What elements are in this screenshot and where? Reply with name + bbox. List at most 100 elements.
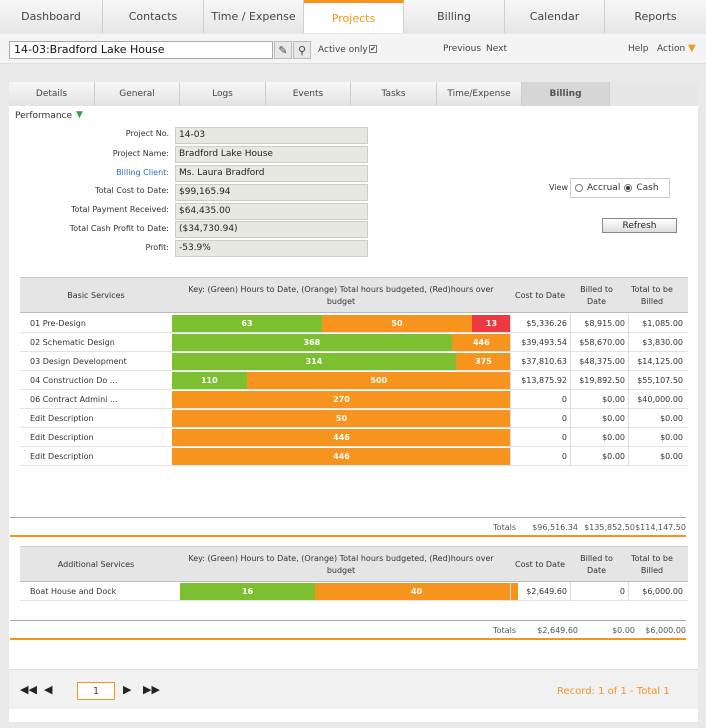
cost-cell: 0 <box>510 428 570 447</box>
cost-cell: 0 <box>510 409 570 428</box>
total-cost-field: $99,165.94 <box>175 184 368 201</box>
cost-value: $2,649.60 <box>526 587 567 596</box>
table-row: 04 Construction Do ... 110 500 $13,875.92 $1… <box>20 371 688 390</box>
project-name-field: Bradford Lake House <box>175 146 368 163</box>
nav-tab-calendar[interactable]: Calendar <box>505 0 605 33</box>
tobe-value: $1,085.00 <box>642 319 683 328</box>
basic-totals-row: Totals $96,516.34 $135,852.50 $114,147.5… <box>10 517 686 537</box>
chevron-down-icon[interactable]: ▼ <box>688 43 696 54</box>
nav-tab-dashboard[interactable]: Dashboard <box>0 0 103 33</box>
row-name[interactable]: 04 Construction Do ... <box>30 376 117 385</box>
sub-tabs: Details General Logs Events Tasks Time/E… <box>9 82 698 106</box>
hours-bar: 446 <box>172 429 511 446</box>
billed-value: $0.00 <box>602 452 625 461</box>
tobe-value: $0.00 <box>660 433 683 442</box>
cost-cell: $2,649.60 <box>510 582 570 601</box>
search-icon[interactable]: ⚲ <box>293 41 311 59</box>
billed-cell: $58,670.00 <box>570 333 628 352</box>
tobe-cell: $14,125.00 <box>628 352 686 371</box>
nav-tab-billing[interactable]: Billing <box>404 0 505 33</box>
bar-segment-budget: 40 <box>315 583 518 600</box>
billed-cell: $19,892.50 <box>570 371 628 390</box>
cost-value: 0 <box>561 433 567 442</box>
active-only-label: Active only <box>318 45 368 55</box>
help-link[interactable]: Help <box>628 44 649 54</box>
page-input[interactable]: 1 <box>77 682 115 700</box>
table-row: Edit Description 446 0 $0.00 $0.00 <box>20 428 688 447</box>
billed-value: $19,892.50 <box>579 376 625 385</box>
active-only-checkbox[interactable]: ✔ <box>369 45 377 53</box>
tobe-cell: $6,000.00 <box>628 582 686 601</box>
project-no-field: 14-03 <box>175 127 368 144</box>
row-name[interactable]: 06 Contract Admini ... <box>30 395 118 404</box>
additional-services-header: Additional Services Key: (Green) Hours t… <box>20 546 688 582</box>
bar-segment-hours: 314 <box>172 353 456 370</box>
row-name[interactable]: Edit Description <box>30 433 94 442</box>
table-row: Edit Description 446 0 $0.00 $0.00 <box>20 447 688 466</box>
row-name[interactable]: Edit Description <box>30 452 94 461</box>
cost-cell: $5,336.26 <box>510 314 570 333</box>
cost-cell: $39,493.54 <box>510 333 570 352</box>
tobe-cell: $1,085.00 <box>628 314 686 333</box>
subtab-logs[interactable]: Logs <box>180 82 266 106</box>
totals-tobe: $6,000.00 <box>645 626 686 635</box>
hours-bar: 368 446 <box>172 334 511 351</box>
subtab-details[interactable]: Details <box>9 82 95 106</box>
cost-cell: $13,875.92 <box>510 371 570 390</box>
profit-field: -53.9% <box>175 240 368 257</box>
accrual-label: Accrual <box>587 183 621 193</box>
tobe-value: $6,000.00 <box>642 587 683 596</box>
nav-tab-reports[interactable]: Reports <box>605 0 706 33</box>
triangle-down-icon[interactable]: ▼ <box>76 110 83 120</box>
prev-page-icon[interactable]: ◀ <box>44 683 52 696</box>
bar-segment-budget: 375 <box>455 353 511 370</box>
cost-value: 0 <box>561 395 567 404</box>
nav-tab-time-expense[interactable]: Time / Expense <box>204 0 304 33</box>
bar-segment-budget: 50 <box>172 410 511 427</box>
totals-billed: $0.00 <box>612 626 635 635</box>
table-row: Boat House and Dock 16 40 $2,649.60 0 $6,000.… <box>20 582 688 601</box>
first-page-icon[interactable]: ◀◀ <box>20 683 37 696</box>
billed-cell: $0.00 <box>570 428 628 447</box>
subtab-tasks[interactable]: Tasks <box>351 82 437 106</box>
action-menu[interactable]: Action <box>657 44 685 54</box>
tobe-value: $55,107.50 <box>637 376 683 385</box>
total-payment-label: Total Payment Received: <box>71 205 169 214</box>
accrual-radio[interactable] <box>575 184 583 192</box>
billed-cell: $0.00 <box>570 390 628 409</box>
cost-value: 0 <box>561 452 567 461</box>
cost-value: 0 <box>561 414 567 423</box>
nav-tab-projects[interactable]: Projects <box>304 0 404 33</box>
row-name[interactable]: Edit Description <box>30 414 94 423</box>
project-name-label: Project Name: <box>112 149 169 158</box>
table-row: 06 Contract Admini ... 270 0 $0.00 $40,000.0… <box>20 390 688 409</box>
previous-link[interactable]: Previous <box>443 44 481 54</box>
billed-cell: $0.00 <box>570 447 628 466</box>
hours-bar: 446 <box>172 448 511 465</box>
row-name[interactable]: 01 Pre-Design <box>30 319 86 328</box>
row-name[interactable]: Boat House and Dock <box>30 587 116 596</box>
row-name[interactable]: 02 Schematic Design <box>30 338 115 347</box>
view-label: View <box>549 183 568 192</box>
tobe-cell: $55,107.50 <box>628 371 686 390</box>
cash-radio[interactable] <box>624 184 633 192</box>
row-name[interactable]: 03 Design Development <box>30 357 127 366</box>
hours-bar: 314 375 <box>172 353 511 370</box>
subtab-general[interactable]: General <box>95 82 180 106</box>
tobe-cell: $0.00 <box>628 447 686 466</box>
performance-toggle[interactable]: Performance <box>15 111 72 121</box>
hours-bar: 270 <box>172 391 511 408</box>
cost-value: $37,810.63 <box>521 357 567 366</box>
subtab-time-expense[interactable]: Time/Expense <box>437 82 522 106</box>
billing-client-link[interactable]: Billing Client: <box>116 168 169 177</box>
next-link[interactable]: Next <box>486 44 507 54</box>
clear-filter-icon[interactable]: ✎ <box>274 41 292 59</box>
refresh-button[interactable]: Refresh <box>602 218 677 233</box>
last-page-icon[interactable]: ▶▶ <box>143 683 160 696</box>
project-select[interactable]: 14-03:Bradford Lake House <box>9 41 273 59</box>
table-row: 02 Schematic Design 368 446 $39,493.54 $58,6… <box>20 333 688 352</box>
subtab-events[interactable]: Events <box>266 82 351 106</box>
nav-tab-contacts[interactable]: Contacts <box>103 0 204 33</box>
subtab-billing[interactable]: Billing <box>522 82 610 106</box>
next-page-icon[interactable]: ▶ <box>123 683 131 696</box>
